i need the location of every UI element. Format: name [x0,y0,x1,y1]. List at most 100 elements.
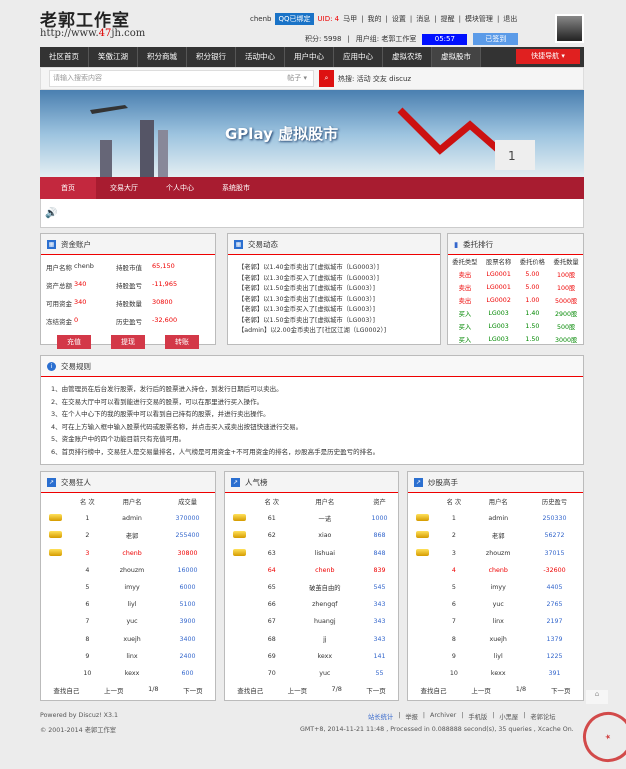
footer-link[interactable]: 小黑屋 [499,712,518,721]
withdraw-button[interactable]: 提现 [111,335,145,349]
username-link[interactable]: chenb [289,562,362,579]
username-link[interactable]: linx [470,613,526,630]
username-link[interactable]: 破茧自由的 [289,579,362,596]
nav-item[interactable]: 虚拟农场 [383,47,432,67]
table-cell: 839 [373,566,386,574]
username-link[interactable]: xuejh [470,631,526,648]
table-cell: 10 [83,669,92,677]
nav-item[interactable]: 积分银行 [187,47,236,67]
username-link[interactable]: lishuai [289,545,362,562]
find-self-link[interactable]: 查找自己 [237,685,263,695]
search-type-select[interactable]: 帖子 ▾ [287,71,307,86]
username-link[interactable]: linx [104,648,160,665]
next-page-link[interactable]: 下一页 [551,685,571,695]
recharge-button[interactable]: 充值 [57,335,91,349]
username-link[interactable]: zhengqf [289,596,362,613]
username-link[interactable]: admin [104,510,160,527]
hot-link[interactable]: discuz [389,75,411,83]
footer-link[interactable]: 手机版 [468,712,487,721]
username-link[interactable]: kexx [104,665,160,682]
news-item[interactable]: 【老郭】以1.30金币买入了[虚拟城市（LG003）] [238,305,430,316]
signed-button[interactable]: 已签到 [473,33,519,45]
subnav-item[interactable]: 系统股市 [208,177,264,199]
footer-link[interactable]: 老郭论坛 [530,712,555,721]
username-link[interactable]: liyl [470,648,526,665]
username-link[interactable]: yuc [289,665,362,682]
nav-item-active[interactable]: 虚拟股市 [432,47,481,67]
username-link[interactable]: admin [470,510,526,527]
next-page-link[interactable]: 下一页 [183,685,203,695]
prev-page-link[interactable]: 上一页 [288,685,308,695]
usergroup-link[interactable]: 用户组: 老郭工作室 [356,34,417,44]
top-link[interactable]: 提醒 [441,14,455,24]
prev-page-link[interactable]: 上一页 [104,685,124,695]
username-link[interactable]: chenb [470,562,526,579]
username-link[interactable]: chenb [250,15,271,23]
nav-item[interactable]: 积分商城 [138,47,187,67]
subnav-item[interactable]: 首页 [40,177,96,199]
prev-page-link[interactable]: 上一页 [471,685,491,695]
credits-link[interactable]: 积分: 5998 [305,34,341,44]
table-cell: 7 [451,618,456,626]
quick-nav-button[interactable]: 快捷导航 ▾ [516,49,580,64]
username-link[interactable]: kexx [289,648,362,665]
panel-title: 委托排行 [463,239,494,249]
medal-cell [408,665,437,682]
next-page-link[interactable]: 下一页 [366,685,386,695]
qq-bind-button[interactable]: QQ已绑定 [275,13,314,25]
subnav-item[interactable]: 交易大厅 [96,177,152,199]
username-link[interactable]: kexx [470,665,526,682]
username-link[interactable]: 老郭 [470,527,526,544]
back-to-top-icon[interactable]: ⌂ [586,690,608,704]
username-link[interactable]: jj [289,631,362,648]
username-link[interactable]: zhouzm [104,562,160,579]
footer-link[interactable]: 站长统计 [368,712,393,721]
site-stamp-logo: ★ [575,704,626,769]
username-link[interactable]: imyy [104,579,160,596]
find-self-link[interactable]: 查找自己 [53,685,79,695]
username-link[interactable]: yuc [104,613,160,630]
footer-link[interactable]: 举报 [405,712,418,721]
search-input[interactable]: 请输入搜索内容 帖子 ▾ [49,70,314,87]
top-link[interactable]: 马甲 [343,14,357,24]
logout-link[interactable]: 退出 [503,14,517,24]
username-link[interactable]: imyy [470,579,526,596]
column-header: 历史盈亏 [541,499,568,507]
top-link[interactable]: 模块管理 [465,14,493,24]
top-link[interactable]: 设置 [392,14,406,24]
news-item[interactable]: 【老郭】以1.50金币卖出了[虚拟城市（LG003）] [238,284,430,295]
username-link[interactable]: xuejh [104,631,160,648]
top-link[interactable]: 消息 [416,14,430,24]
username-link[interactable]: zhouzm [470,545,526,562]
username-link[interactable]: liyl [104,596,160,613]
table-icon: ▦ [234,239,243,249]
nav-item[interactable]: 用户中心 [285,47,334,67]
subnav-item[interactable]: 个人中心 [152,177,208,199]
transfer-button[interactable]: 转账 [165,335,199,349]
search-icon[interactable]: ⌕ [319,70,334,87]
find-self-link[interactable]: 查找自己 [420,685,446,695]
table-row: 2 老郭 255400 [41,527,215,544]
news-item[interactable]: 【admin】以2.00金币卖出了[社区江湖（LG0002）] [238,326,430,337]
table-row: 买入 LG003 1.50 500股 [448,320,583,333]
top-link[interactable]: 我的 [368,14,382,24]
nav-item[interactable]: 应用中心 [334,47,383,67]
news-item[interactable]: 【老郭】以1.30金币卖出了[虚拟城市（LG003）] [238,295,430,306]
hot-link[interactable]: 交友 [373,74,387,84]
hot-link[interactable]: 活动 [357,74,371,84]
nav-item[interactable]: 社区首页 [40,47,89,67]
news-item[interactable]: 【老郭】以1.30金币买入了[虚拟城市（LG0003）] [238,274,430,285]
username-link[interactable]: huangj [289,613,362,630]
nav-item[interactable]: 活动中心 [236,47,285,67]
footer-link[interactable]: Archiver [430,712,456,721]
avatar[interactable] [555,14,584,43]
nav-item[interactable]: 笑傲江湖 [89,47,138,67]
username-link[interactable]: 老郭 [104,527,160,544]
username-link[interactable]: chenb [104,545,160,562]
user-toolbar: chenb QQ已绑定 UID: 4 马甲 | 我的 | 设置 | 消息 | 提醒 | 模… [250,13,518,25]
username-link[interactable]: xiao [289,527,362,544]
username-link[interactable]: 一诺 [289,510,362,527]
username-link[interactable]: yuc [470,596,526,613]
news-item[interactable]: 【老郭】以1.50金币卖出了[虚拟城市（LG003）] [238,316,430,327]
news-item[interactable]: 【老郭】以1.40金币卖出了[虚拟城市（LG0003）] [238,263,430,274]
